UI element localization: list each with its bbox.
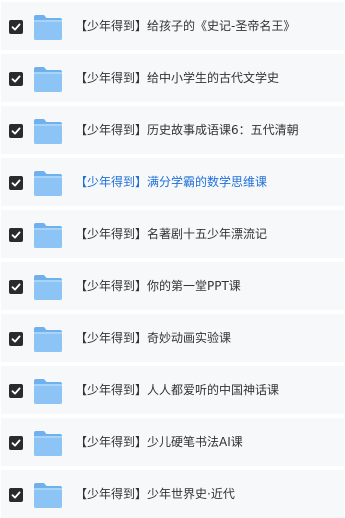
folder-icon	[33, 482, 63, 509]
folder-name[interactable]: 【少年得到】给中小学生的古代文学史	[75, 69, 279, 87]
folder-icon	[33, 66, 63, 93]
checkbox-checked[interactable]	[9, 124, 23, 138]
folder-icon	[33, 430, 63, 457]
folder-name[interactable]: 【少年得到】人人都爱听的中国神话课	[75, 381, 279, 399]
list-item[interactable]: 【少年得到】给孩子的《史记-圣帝名王》	[1, 2, 344, 50]
folder-icon	[33, 118, 63, 145]
checkbox-checked[interactable]	[9, 176, 23, 190]
checkbox-checked[interactable]	[9, 228, 23, 242]
list-item[interactable]: 【少年得到】历史故事成语课6：五代清朝	[1, 106, 344, 154]
list-item[interactable]: 【少年得到】少年世界史·近代	[1, 470, 344, 518]
folder-icon	[33, 170, 63, 197]
list-item[interactable]: 【少年得到】你的第一堂PPT课	[1, 262, 344, 310]
list-item[interactable]: 【少年得到】满分学霸的数学思维课	[1, 158, 344, 206]
checkbox-checked[interactable]	[9, 436, 23, 450]
list-item[interactable]: 【少年得到】名著剧十五少年漂流记	[1, 210, 344, 258]
folder-name[interactable]: 【少年得到】给孩子的《史记-圣帝名王》	[75, 17, 295, 35]
folder-name[interactable]: 【少年得到】满分学霸的数学思维课	[75, 173, 267, 191]
folder-icon	[33, 378, 63, 405]
list-item[interactable]: 【少年得到】奇妙动画实验课	[1, 314, 344, 362]
checkbox-checked[interactable]	[9, 72, 23, 86]
folder-name[interactable]: 【少年得到】少年世界史·近代	[75, 485, 235, 503]
list-item[interactable]: 【少年得到】给中小学生的古代文学史	[1, 54, 344, 102]
checkbox-checked[interactable]	[9, 488, 23, 502]
list-item[interactable]: 【少年得到】少儿硬笔书法AI课	[1, 418, 344, 466]
folder-name[interactable]: 【少年得到】历史故事成语课6：五代清朝	[75, 121, 299, 139]
checkbox-checked[interactable]	[9, 384, 23, 398]
folder-name[interactable]: 【少年得到】少儿硬笔书法AI课	[75, 433, 243, 451]
folder-name[interactable]: 【少年得到】名著剧十五少年漂流记	[75, 225, 267, 243]
folder-icon	[33, 14, 63, 41]
checkbox-checked[interactable]	[9, 332, 23, 346]
folder-icon	[33, 274, 63, 301]
list-item[interactable]: 【少年得到】人人都爱听的中国神话课	[1, 366, 344, 414]
checkbox-checked[interactable]	[9, 280, 23, 294]
checkbox-checked[interactable]	[9, 20, 23, 34]
folder-icon	[33, 222, 63, 249]
folder-icon	[33, 326, 63, 353]
folder-name[interactable]: 【少年得到】你的第一堂PPT课	[75, 277, 241, 295]
folder-name[interactable]: 【少年得到】奇妙动画实验课	[75, 329, 231, 347]
folder-list: 【少年得到】给孩子的《史记-圣帝名王》 【少年得到】给中小学生的古代文学史 【少…	[0, 0, 345, 518]
